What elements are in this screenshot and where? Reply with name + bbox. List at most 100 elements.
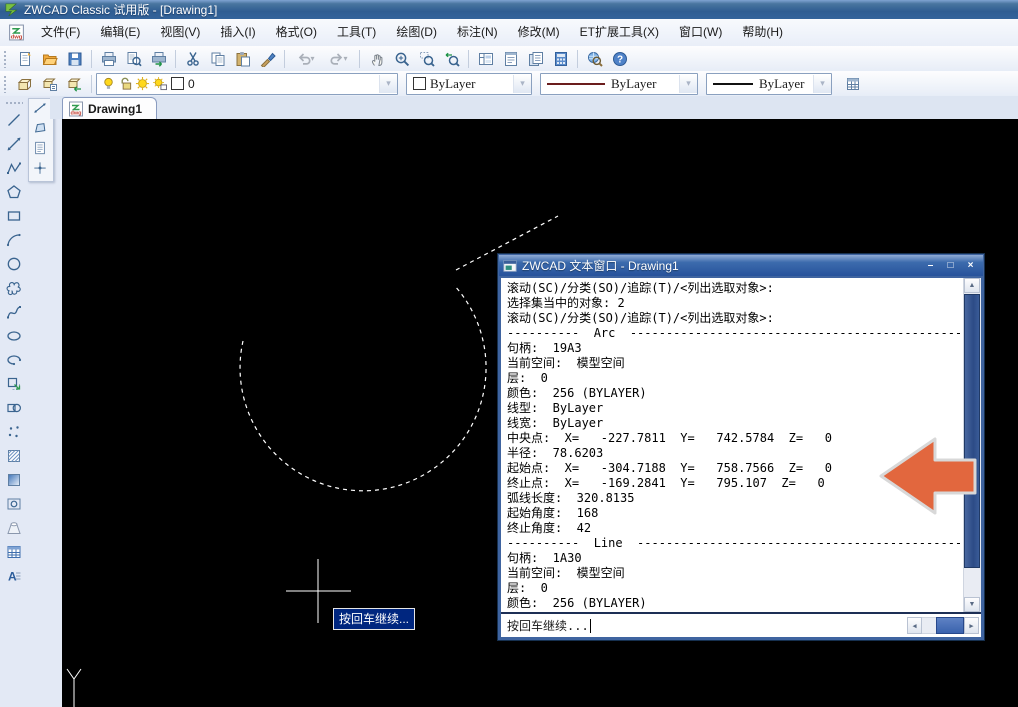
spline-button[interactable]	[2, 300, 26, 324]
menu-draw[interactable]: 绘图(D)	[386, 19, 447, 46]
properties-button[interactable]	[498, 47, 523, 70]
layer-thaw-sun-icon[interactable]	[135, 76, 150, 91]
distance-button[interactable]	[30, 99, 52, 119]
list-button[interactable]	[30, 139, 52, 159]
scroll-left-icon[interactable]: ◀	[907, 617, 922, 634]
point-button[interactable]	[2, 420, 26, 444]
region-button[interactable]	[2, 492, 26, 516]
match-properties-button[interactable]	[255, 47, 280, 70]
arc-button[interactable]	[2, 228, 26, 252]
menu-items: 文件(F)编辑(E)视图(V)插入(I)格式(O)工具(T)绘图(D)标注(N)…	[31, 19, 793, 46]
hatch-button[interactable]	[2, 444, 26, 468]
gradient-button[interactable]	[2, 468, 26, 492]
cut-button[interactable]	[180, 47, 205, 70]
insert-block-button[interactable]	[2, 372, 26, 396]
menu-help[interactable]: 帮助(H)	[732, 19, 793, 46]
layer-on-bulb-icon[interactable]	[101, 76, 116, 91]
paste-button[interactable]	[230, 47, 255, 70]
find-button[interactable]	[582, 47, 607, 70]
menu-express-tools[interactable]: ET扩展工具(X)	[570, 19, 669, 46]
linetype-combo-dropdown-icon[interactable]: ▾	[679, 75, 697, 93]
open-button[interactable]	[37, 47, 62, 70]
vertical-scrollbar-thumb[interactable]	[964, 294, 980, 568]
maximize-button[interactable]: □	[942, 258, 959, 273]
menu-edit[interactable]: 编辑(E)	[90, 19, 150, 46]
scroll-up-icon[interactable]: ▲	[964, 278, 980, 293]
linetype-combo[interactable]: ByLayer ▾	[540, 73, 698, 95]
insert-block-icon	[6, 376, 22, 392]
zoom-previous-button[interactable]	[439, 47, 464, 70]
save-button[interactable]	[62, 47, 87, 70]
table-button[interactable]	[2, 540, 26, 564]
help-button[interactable]: ?	[607, 47, 632, 70]
drawing-file-icon: dwg	[8, 24, 25, 41]
line-button[interactable]	[2, 108, 26, 132]
rectangle-button[interactable]	[2, 204, 26, 228]
toolbar-grip[interactable]	[5, 101, 23, 106]
layer-color-swatch[interactable]	[171, 77, 184, 90]
horizontal-scrollbar-track[interactable]	[922, 617, 936, 634]
locate-point-button[interactable]	[30, 159, 52, 179]
design-center-button[interactable]	[473, 47, 498, 70]
layer-combo-dropdown-icon[interactable]: ▾	[379, 75, 397, 93]
layer-properties-button[interactable]	[12, 72, 37, 95]
toolbar-grip[interactable]	[3, 75, 8, 93]
scroll-down-icon[interactable]: ▼	[964, 597, 980, 612]
circle-button[interactable]	[2, 252, 26, 276]
scroll-right-icon[interactable]: ▶	[964, 617, 979, 634]
quick-properties-button[interactable]	[840, 72, 865, 95]
layer-states-button[interactable]	[37, 72, 62, 95]
redo-button[interactable]: ▾	[322, 47, 355, 70]
zwcad-logo-icon	[4, 2, 19, 17]
zoom-realtime-button[interactable]	[389, 47, 414, 70]
close-button[interactable]: ×	[962, 258, 979, 273]
lineweight-combo[interactable]: ByLayer ▾	[706, 73, 832, 95]
tool-palettes-button[interactable]	[523, 47, 548, 70]
menu-tools[interactable]: 工具(T)	[327, 19, 386, 46]
polygon-button[interactable]	[2, 180, 26, 204]
horizontal-scrollbar[interactable]: ◀ ▶	[907, 617, 979, 634]
minimize-button[interactable]: –	[922, 258, 939, 273]
pan-button[interactable]	[364, 47, 389, 70]
layer-combo[interactable]: 0 ▾	[96, 73, 398, 95]
layer-unlock-icon[interactable]	[118, 76, 133, 91]
ellipse-button[interactable]	[2, 324, 26, 348]
lineweight-combo-dropdown-icon[interactable]: ▾	[813, 75, 831, 93]
text-window-title-bar[interactable]: ZWCAD 文本窗口 - Drawing1 – □ ×	[499, 255, 983, 276]
print-button[interactable]	[96, 47, 121, 70]
layer-previous-button[interactable]	[62, 72, 87, 95]
print-preview-button[interactable]	[121, 47, 146, 70]
toolbar-grip[interactable]	[3, 50, 8, 68]
plot-button[interactable]	[146, 47, 171, 70]
mtext-button[interactable]: A	[2, 564, 26, 588]
horizontal-scrollbar-thumb[interactable]	[936, 617, 964, 634]
copy-button[interactable]	[205, 47, 230, 70]
dropdown-caret-icon[interactable]: ▾	[343, 54, 347, 63]
new-button[interactable]	[12, 47, 37, 70]
menu-modify[interactable]: 修改(M)	[508, 19, 570, 46]
quick-calc-button[interactable]	[548, 47, 573, 70]
menu-view[interactable]: 视图(V)	[150, 19, 210, 46]
dropdown-caret-icon[interactable]: ▾	[310, 54, 314, 63]
menu-format[interactable]: 格式(O)	[266, 19, 327, 46]
color-combo[interactable]: ByLayer ▾	[406, 73, 532, 95]
ellipse-arc-button[interactable]	[2, 348, 26, 372]
menu-file[interactable]: 文件(F)	[31, 19, 90, 46]
properties-toolbar: 0 ▾ ByLayer ▾ ByLayer ▾ ByLayer ▾	[0, 71, 1018, 97]
revision-cloud-button[interactable]	[2, 276, 26, 300]
construction-line-button[interactable]	[2, 132, 26, 156]
undo-button[interactable]: ▾	[289, 47, 322, 70]
wipeout-button[interactable]	[2, 516, 26, 540]
tab-drawing1[interactable]: dwg Drawing1	[62, 97, 157, 119]
zoom-window-button[interactable]	[414, 47, 439, 70]
menu-dimension[interactable]: 标注(N)	[447, 19, 508, 46]
polygon-icon	[6, 184, 22, 200]
area-button[interactable]	[30, 119, 52, 139]
make-block-button[interactable]	[2, 396, 26, 420]
color-combo-dropdown-icon[interactable]: ▾	[513, 75, 531, 93]
menu-insert[interactable]: 插入(I)	[210, 19, 265, 46]
menu-window[interactable]: 窗口(W)	[669, 19, 732, 46]
command-prompt-row[interactable]: 按回车继续... ◀ ▶	[501, 612, 981, 637]
polyline-button[interactable]	[2, 156, 26, 180]
layer-viewport-thaw-icon[interactable]	[152, 76, 167, 91]
